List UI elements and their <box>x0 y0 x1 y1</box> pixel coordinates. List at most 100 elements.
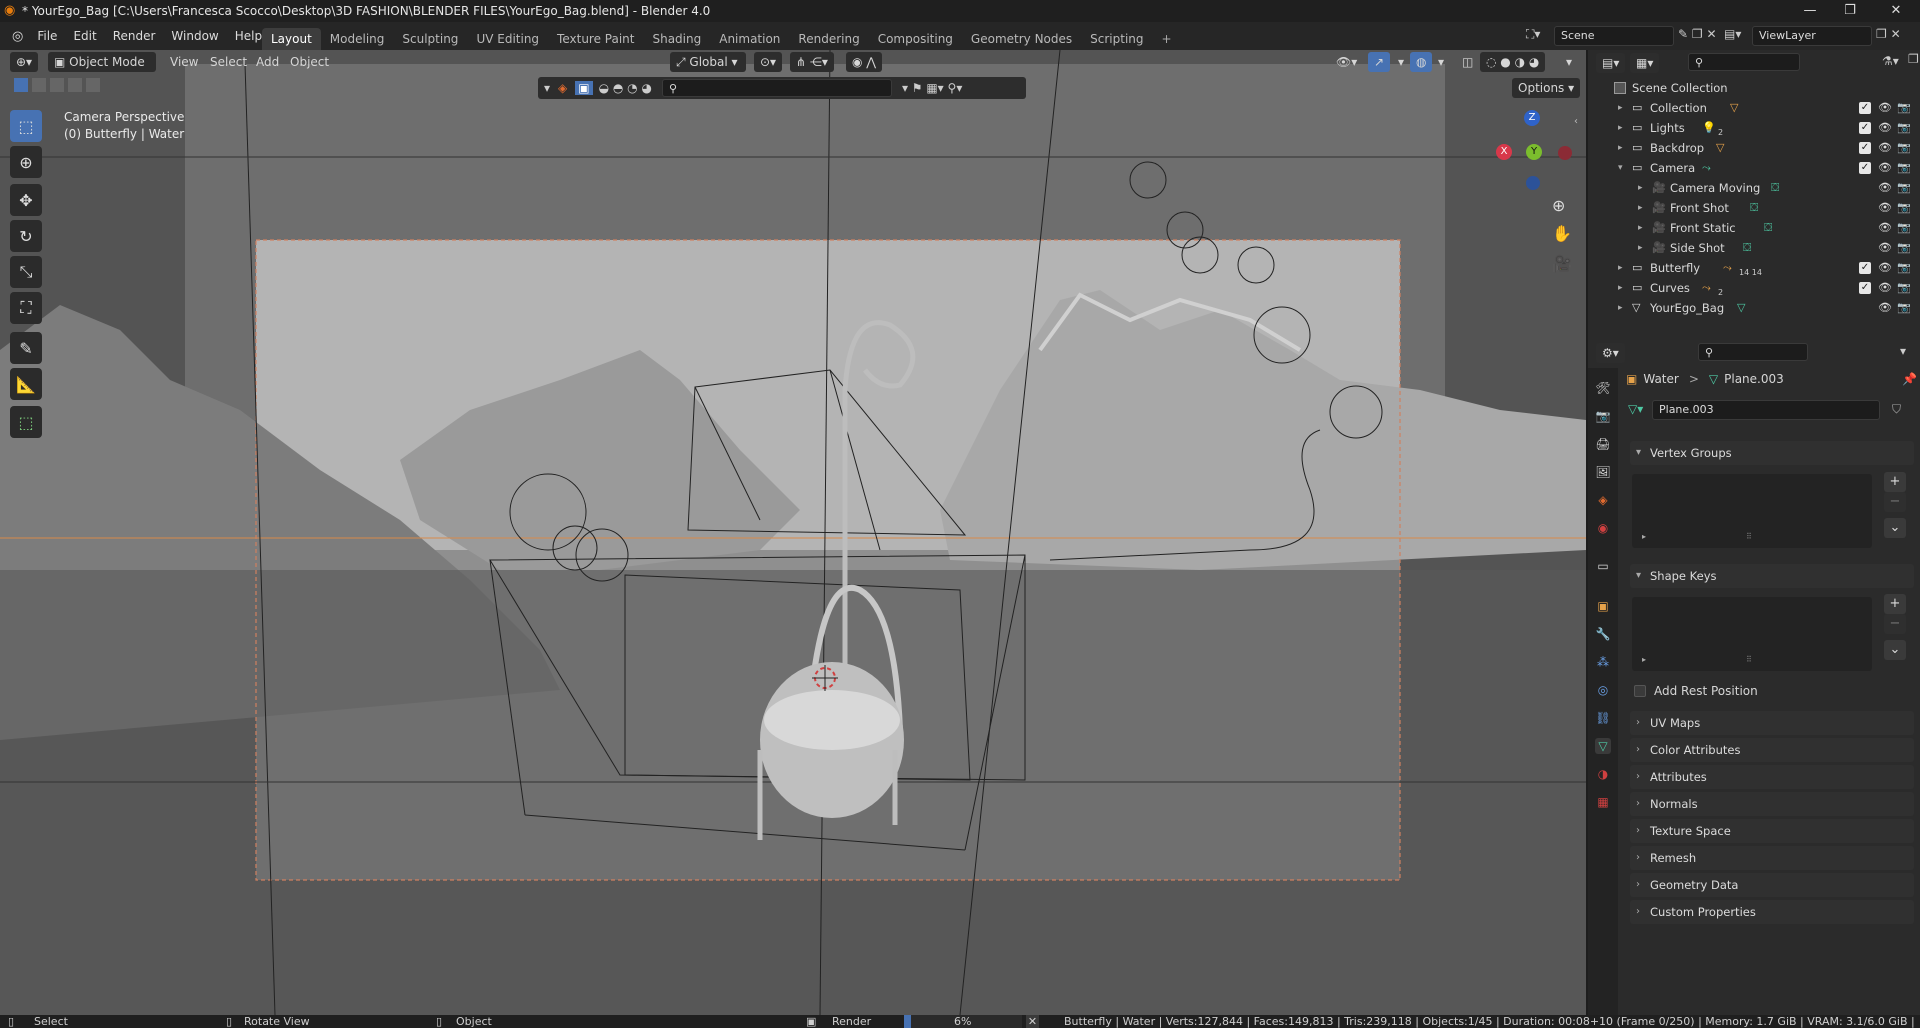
viewlayer-browse-icon[interactable]: ▤▾ <box>1724 27 1741 41</box>
annotate-tool-icon[interactable]: ✎ <box>10 332 42 364</box>
fake-user-shield-icon[interactable]: ⛉ <box>1892 402 1901 417</box>
properties-editor-type-icon[interactable]: ⚙▾ <box>1596 343 1625 363</box>
eye-icon[interactable]: 👁 <box>1878 218 1892 238</box>
proportional-edit-icon[interactable]: ◉ ⋀ <box>846 52 883 72</box>
particles-tab-icon[interactable]: ⁂ <box>1595 654 1611 670</box>
select-intersect-icon[interactable] <box>86 78 100 92</box>
pin-icon[interactable]: 📌 <box>1902 372 1917 386</box>
object-filter-icon[interactable]: ▣ <box>575 81 593 95</box>
output-tab-icon[interactable]: 🖨 <box>1595 436 1611 452</box>
eye-icon[interactable]: 👁 <box>1878 158 1892 178</box>
add-cube-tool-icon[interactable]: ⬚ <box>10 406 42 438</box>
scene-pin-icon[interactable]: ✎ ❐ ✕ <box>1678 27 1717 41</box>
constraints-tab-icon[interactable]: ⛓ <box>1595 710 1611 726</box>
child-type-icon[interactable]: ▽ <box>1730 98 1738 118</box>
shape-keys-list[interactable]: ▸ ⠿ <box>1632 597 1872 671</box>
outliner-item[interactable]: ▸ 🎥 Front Shot ⛋ 👁 📷 <box>1588 198 1920 218</box>
modifier-tab-icon[interactable]: 🔧 <box>1595 626 1611 642</box>
viewport-menu-add[interactable]: Add <box>250 52 285 72</box>
maximize-button[interactable]: ❐ <box>1828 0 1872 22</box>
select-box-tool-icon[interactable]: ⬚ <box>10 110 42 142</box>
tab-shading[interactable]: Shading <box>643 28 710 50</box>
list-expand-icon[interactable]: ▸ <box>1642 655 1646 664</box>
eye-icon[interactable]: 👁 <box>1878 298 1892 318</box>
render-camera-icon[interactable]: 📷 <box>1897 118 1911 138</box>
breadcrumb-object[interactable]: Water <box>1643 372 1678 386</box>
exclude-checkbox[interactable]: ✓ <box>1859 282 1871 294</box>
select-invert-icon[interactable] <box>68 78 82 92</box>
chevron-right-icon[interactable]: ▸ <box>1618 138 1623 158</box>
collapsed-panel-header[interactable]: › Geometry Data <box>1630 873 1914 897</box>
outliner-item[interactable]: ▸ ▽ YourEgo_Bag ▽ 👁 📷 <box>1588 298 1920 318</box>
list-resize-handle-icon[interactable]: ⠿ <box>1746 532 1752 541</box>
remove-shape-key-button[interactable]: − <box>1884 614 1906 634</box>
tab-compositing[interactable]: Compositing <box>869 28 962 50</box>
child-type-icon[interactable]: ⤳ <box>1702 278 1711 298</box>
viewport-menu-object[interactable]: Object <box>284 52 335 72</box>
select-subtract-icon[interactable] <box>50 78 64 92</box>
gizmo-neg-x-axis[interactable] <box>1558 146 1572 160</box>
cursor-tool-icon[interactable]: ⊕ <box>10 146 42 178</box>
tab-animation[interactable]: Animation <box>710 28 789 50</box>
tab-texture-paint[interactable]: Texture Paint <box>548 28 643 50</box>
scene-field[interactable]: Scene <box>1554 26 1674 46</box>
sidebar-toggle-icon[interactable]: ‹ <box>1574 116 1578 127</box>
exclude-checkbox[interactable]: ✓ <box>1859 262 1871 274</box>
list-expand-icon[interactable]: ▸ <box>1642 532 1646 541</box>
transform-tool-icon[interactable]: ⛶ <box>10 292 42 324</box>
overlays-dropdown-icon[interactable]: ▾ <box>1432 52 1450 72</box>
collapsed-panel-header[interactable]: › UV Maps <box>1630 711 1914 735</box>
mode-dropdown[interactable]: ▣ Object Mode ▾ <box>48 52 156 89</box>
render-tab-icon[interactable]: 📷 <box>1595 408 1611 424</box>
chevron-right-icon[interactable]: ▸ <box>1638 178 1643 198</box>
gizmo-toggle-icon[interactable]: ↗ <box>1368 52 1391 72</box>
render-camera-icon[interactable]: 📷 <box>1897 198 1911 218</box>
tab-scripting[interactable]: Scripting <box>1081 28 1152 50</box>
vertex-group-specials-button[interactable]: ⌄ <box>1884 518 1906 538</box>
render-camera-icon[interactable]: 📷 <box>1897 218 1911 238</box>
viewport-filter-tools-icon[interactable]: ▾ ⚑ ▦▾ ⚲▾ <box>902 81 962 95</box>
chevron-right-icon[interactable]: ▸ <box>1618 98 1623 118</box>
outliner-item[interactable]: ▸ ▭ Curves ⤳ 2 ✓ 👁 📷 <box>1588 278 1920 298</box>
minimize-button[interactable]: — <box>1788 0 1832 22</box>
outliner-editor-type-icon[interactable]: ▤▾ <box>1596 53 1626 73</box>
pivot-point-icon[interactable]: ⊙▾ <box>754 52 783 72</box>
eye-icon[interactable]: 👁 <box>1878 198 1892 218</box>
child-type-icon[interactable]: ⛋ <box>1771 178 1779 198</box>
collapsed-panel-header[interactable]: › Normals <box>1630 792 1914 816</box>
gizmo-x-axis[interactable]: X <box>1496 144 1512 160</box>
chevron-right-icon[interactable]: ▸ <box>1638 238 1643 258</box>
menu-render[interactable]: Render <box>105 22 164 50</box>
eye-icon[interactable]: 👁 <box>1878 138 1892 158</box>
child-type-icon[interactable]: 💡 <box>1702 118 1716 138</box>
physics-tab-icon[interactable]: ◎ <box>1595 682 1611 698</box>
shape-key-specials-button[interactable]: ⌄ <box>1884 640 1906 660</box>
scene-tab-icon[interactable]: ◈ <box>1595 492 1611 508</box>
menu-window[interactable]: Window <box>163 22 226 50</box>
transform-orientation-dropdown[interactable]: ⤢ Global ▾ <box>670 52 746 72</box>
eye-icon[interactable]: 👁 <box>1878 118 1892 138</box>
collapsed-panel-header[interactable]: › Custom Properties <box>1630 900 1914 924</box>
3d-viewport[interactable] <box>0 50 1586 1015</box>
select-new-icon[interactable] <box>14 78 28 92</box>
outliner-item[interactable]: ▸ 🎥 Front Static ⛋ 👁 📷 <box>1588 218 1920 238</box>
filter-dropdown-icon[interactable]: ▾ <box>544 81 550 95</box>
world-tab-icon[interactable]: ◉ <box>1595 520 1611 536</box>
child-type-icon[interactable]: ⛋ <box>1750 198 1758 218</box>
outliner-item[interactable]: ▸ 🎥 Camera Moving ⛋ 👁 📷 <box>1588 178 1920 198</box>
close-window-button[interactable]: ✕ <box>1874 0 1918 22</box>
render-camera-icon[interactable]: 📷 <box>1897 238 1911 258</box>
render-camera-icon[interactable]: 📷 <box>1897 258 1911 278</box>
collection-tab-icon[interactable]: ▭ <box>1595 558 1611 574</box>
shape-keys-panel-header[interactable]: ▾ Shape Keys <box>1630 564 1914 588</box>
visibility-icon[interactable]: 👁▾ <box>1330 52 1363 72</box>
shading-modes-icon[interactable]: ◌ ● ◑ ◕ <box>1480 52 1546 72</box>
properties-search-input[interactable]: ⚲ <box>1698 343 1808 361</box>
render-camera-icon[interactable]: 📷 <box>1897 298 1911 318</box>
gizmo-neg-z-axis[interactable] <box>1526 176 1540 190</box>
collapsed-panel-header[interactable]: › Attributes <box>1630 765 1914 789</box>
cancel-render-button[interactable]: ✕ <box>1026 1015 1039 1028</box>
child-type-icon[interactable]: ⛋ <box>1743 238 1751 258</box>
scale-tool-icon[interactable]: ⤡ <box>10 256 42 288</box>
vertex-groups-panel-header[interactable]: ▾ Vertex Groups <box>1630 441 1914 465</box>
